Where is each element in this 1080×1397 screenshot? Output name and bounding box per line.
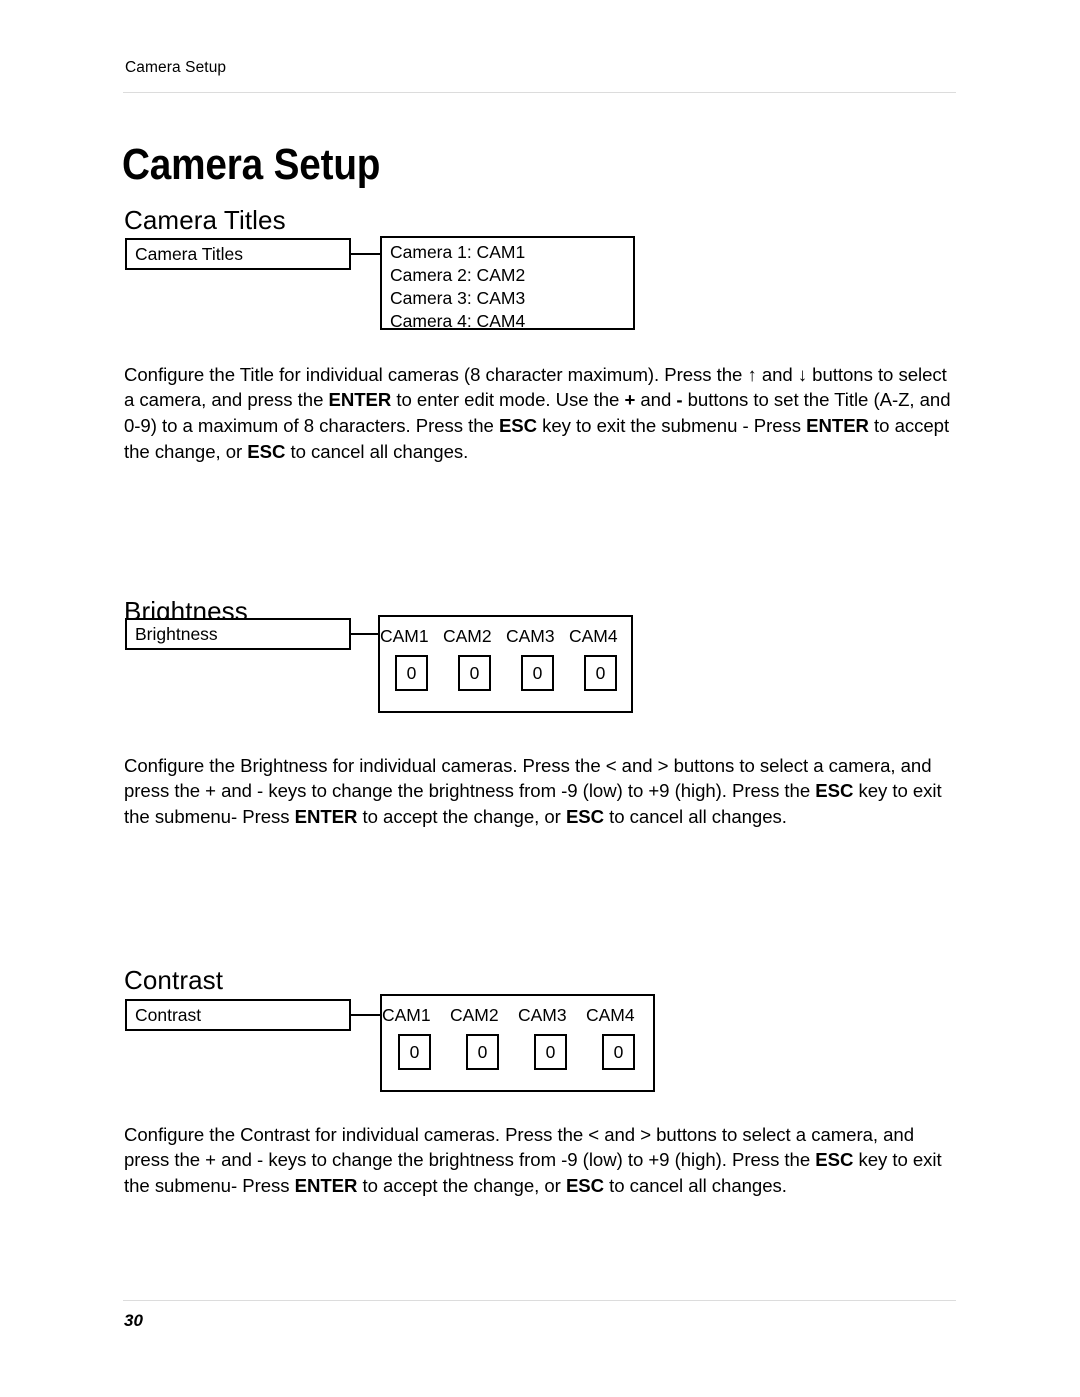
key-enter: ENTER: [294, 806, 358, 828]
page-number: 30: [124, 1311, 143, 1330]
key-esc: ESC: [247, 440, 286, 462]
column-header: CAM1: [382, 1005, 431, 1025]
menu-box-label: Camera Titles: [135, 244, 243, 264]
contrast-description: Configure the Contrast for individual ca…: [124, 1122, 962, 1199]
menu-box-camera-titles: Camera Titles: [125, 238, 351, 270]
footer-rule: [123, 1300, 956, 1301]
key-esc: ESC: [498, 415, 538, 437]
column-header: CAM2: [450, 1005, 499, 1025]
diagram-connector-line: [351, 1014, 380, 1016]
value-cell[interactable]: 0: [458, 655, 491, 691]
paragraph-text: Configure the Brightness for individual …: [124, 754, 932, 802]
key-esc: ESC: [815, 1149, 854, 1171]
value-cell[interactable]: 0: [395, 655, 428, 691]
key-plus: +: [624, 389, 636, 411]
page-title: Camera Setup: [122, 140, 381, 190]
section-heading-contrast: Contrast: [124, 964, 224, 995]
column-header: CAM4: [569, 626, 618, 646]
paragraph-text: key to exit the submenu - Press: [537, 415, 807, 437]
value-cell[interactable]: 0: [602, 1034, 635, 1070]
paragraph-text: Configure the Contrast for individual ca…: [124, 1123, 915, 1171]
value-grid-brightness: CAM1 CAM2 CAM3 CAM4 0 0 0 0: [378, 615, 633, 713]
diagram-connector-line: [351, 253, 380, 255]
value-grid-contrast: CAM1 CAM2 CAM3 CAM4 0 0 0 0: [380, 994, 655, 1092]
section-heading-camera-titles: Camera Titles: [124, 204, 286, 235]
key-esc: ESC: [815, 780, 854, 802]
key-enter: ENTER: [294, 1175, 358, 1197]
key-enter: ENTER: [328, 389, 392, 411]
camera-titles-description: Configure the Title for individual camer…: [124, 362, 962, 465]
value-cell[interactable]: 0: [534, 1034, 567, 1070]
key-enter: ENTER: [806, 415, 869, 437]
column-header: CAM3: [506, 626, 555, 646]
key-esc: ESC: [565, 806, 605, 828]
paragraph-text: and: [635, 389, 677, 411]
header-rule: [123, 92, 956, 93]
column-header: CAM2: [443, 626, 492, 646]
detail-box-camera-titles: Camera 1: CAM1 Camera 2: CAM2 Camera 3: …: [380, 236, 635, 331]
paragraph-text: to accept the change, or: [357, 1175, 566, 1197]
brightness-description: Configure the Brightness for individual …: [124, 753, 962, 830]
detail-line: Camera 3: CAM3: [390, 288, 526, 308]
detail-line: Camera 1: CAM1: [390, 242, 526, 262]
menu-box-contrast: Contrast: [125, 999, 351, 1031]
paragraph-text: to cancel all changes.: [604, 1175, 787, 1197]
column-header: CAM1: [380, 626, 429, 646]
paragraph-text: to enter edit mode. Use the: [391, 389, 625, 411]
paragraph-text: to cancel all changes.: [285, 440, 469, 462]
document-page: Camera Setup Camera Setup Camera Titles …: [0, 0, 1080, 1397]
menu-box-label: Contrast: [135, 1005, 202, 1025]
key-esc: ESC: [565, 1175, 605, 1197]
column-header: CAM4: [586, 1005, 635, 1025]
menu-box-label: Brightness: [135, 624, 218, 644]
running-header: Camera Setup: [125, 59, 227, 76]
menu-box-brightness: Brightness: [125, 618, 351, 650]
detail-line: Camera 4: CAM4: [390, 311, 526, 331]
paragraph-text: to accept the change, or: [357, 806, 566, 828]
detail-line: Camera 2: CAM2: [390, 265, 526, 285]
value-cell[interactable]: 0: [521, 655, 554, 691]
value-cell[interactable]: 0: [398, 1034, 431, 1070]
value-cell[interactable]: 0: [466, 1034, 499, 1070]
diagram-connector-line: [351, 633, 380, 635]
value-cell[interactable]: 0: [584, 655, 617, 691]
paragraph-text: to cancel all changes.: [604, 806, 787, 828]
column-header: CAM3: [518, 1005, 567, 1025]
